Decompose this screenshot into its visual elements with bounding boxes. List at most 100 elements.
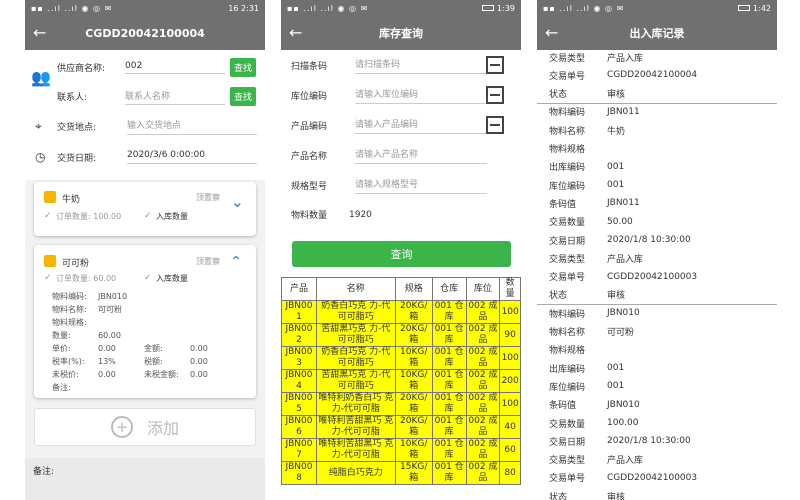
- query-button[interactable]: 查询: [292, 241, 511, 267]
- table-cell: 10KG/ 箱: [394, 346, 433, 370]
- date-input[interactable]: 2020/3/6 0:00:00: [127, 150, 257, 164]
- item-field-row: 备注:: [52, 381, 230, 394]
- field-input[interactable]: 请扫描条码: [355, 57, 487, 74]
- record-label: 条码值: [549, 401, 577, 412]
- signal-indicators: ▪▪ ..ıl ..ıl ◉ ◎ ✉: [31, 3, 113, 13]
- back-arrow-icon[interactable]: ←: [33, 16, 46, 50]
- record-value: JBN010: [607, 399, 640, 410]
- table-cell: 20KG/ 箱: [394, 300, 433, 324]
- table-cell: 001 仓 库: [431, 300, 467, 324]
- record-value: 2020/1/8 10:30:00: [607, 436, 691, 447]
- field-label: 数量:: [52, 331, 71, 340]
- field-input[interactable]: 请输入产品名称: [355, 147, 487, 164]
- record-label: 交易单号: [549, 71, 586, 82]
- table-cell: 001 仓 库: [431, 438, 467, 462]
- field-label: 税率(%):: [52, 357, 85, 366]
- record-field: 状态 审核: [549, 85, 625, 103]
- field-label: 库位编码: [291, 91, 328, 102]
- status-bar: ▪▪ ..ıl ..ıl ◉ ◎ ✉ 1:39: [281, 0, 521, 16]
- field-label: 物料名称:: [52, 305, 87, 314]
- table-row[interactable]: JBN00 3 奶香白巧克 力-代可可脂巧 10KG/ 箱 001 仓 库 002 成 …: [281, 346, 521, 370]
- chevron-down-icon[interactable]: ⌄: [231, 194, 244, 210]
- field-input[interactable]: 请输入规格型号: [355, 177, 487, 194]
- table-cell: 002 成 品: [465, 461, 501, 485]
- contact-input[interactable]: 联系人名称: [125, 89, 225, 105]
- table-cell: JBN00 5: [281, 392, 317, 416]
- table-header: 规格: [394, 277, 433, 301]
- record-value: CGDD20042100003: [607, 271, 698, 282]
- record-label: 库位编码: [549, 181, 586, 192]
- find-supplier-button[interactable]: 查找: [230, 58, 257, 77]
- place-label: 交货地点:: [57, 123, 97, 133]
- scan-icon[interactable]: [486, 86, 504, 104]
- table-row[interactable]: JBN00 5 唯特利奶香白巧 克力-代可可脂 20KG/ 箱 001 仓 库 002 …: [281, 392, 521, 416]
- product-icon: [44, 191, 56, 203]
- in-qty: 入库数量: [156, 274, 188, 283]
- record-field: 交易单号 CGDD20042100004: [549, 66, 697, 84]
- record-label: 状态: [549, 291, 568, 302]
- record-value: 产品入库: [607, 53, 644, 64]
- remark-label: 备注:: [33, 467, 55, 477]
- in-qty: 入库数量: [156, 212, 188, 221]
- table-cell: JBN00 1: [281, 300, 317, 324]
- remark-panel[interactable]: 备注:: [25, 458, 265, 500]
- stock-record-screen: ▪▪ ..ıl ..ıl ◉ ◎ ✉ 1:42 ← 出入库记录 交易类型 产品入库…: [537, 0, 777, 500]
- record-value: 100.00: [607, 418, 639, 428]
- field-input[interactable]: 请输入库位编码: [355, 87, 487, 104]
- record-field: 交易日期 2020/1/8 10:30:00: [549, 231, 691, 249]
- table-row[interactable]: JBN00 2 苦甜黑巧克 力-代可可脂巧 20KG/ 箱 001 仓 库 002 成 …: [281, 323, 521, 347]
- back-arrow-icon[interactable]: ←: [289, 16, 302, 50]
- record-field: 物料名称 牛奶: [549, 121, 625, 139]
- field-label: 金额:: [144, 344, 163, 353]
- scan-icon[interactable]: [486, 116, 504, 134]
- table-cell: JBN00 6: [281, 415, 317, 439]
- inventory-table: 产品 名称 规格 仓库 库位 数量 JBN00 1 奶香白巧克 力-代可可脂巧 20KG/ 箱…: [281, 277, 521, 485]
- record-value: 审核: [607, 492, 626, 500]
- item-field-row: 未税价: 0.00 未税金额: 0.00: [52, 368, 230, 381]
- table-row[interactable]: JBN00 8 纯脂白巧克力 15KG/ 箱 001 仓 库 002 成 品 80: [281, 461, 521, 485]
- page-title: CGDD20042100004: [85, 26, 205, 40]
- field-input[interactable]: 请输入产品编码: [355, 117, 487, 134]
- record-value: 产品入库: [607, 456, 644, 467]
- supplier-input[interactable]: 002: [125, 61, 225, 74]
- chevron-up-icon[interactable]: ⌃: [230, 255, 242, 269]
- query-field: 产品编码 请输入产品编码: [291, 116, 516, 134]
- item-name: 牛奶: [62, 195, 81, 205]
- order-item-card[interactable]: 牛奶 顶置察 ⌄ ✓ 订单数量: 100.00 ✓ 入库数量: [34, 182, 256, 236]
- supplier-icon: 👥: [31, 68, 51, 87]
- table-row[interactable]: JBN00 6 唯特利苦甜黑巧 克力-代可可脂 20KG/ 箱 001 仓 库 002 …: [281, 415, 521, 439]
- find-contact-button[interactable]: 查找: [230, 87, 257, 106]
- record-value: 2020/1/8 10:30:00: [607, 235, 691, 245]
- record-field: 出库编码 001: [549, 158, 624, 176]
- scan-icon[interactable]: [486, 56, 504, 74]
- clock: 1:39: [497, 3, 515, 13]
- status-bar: ▪▪ ..ıl ..ıl ◉ ◎ ✉ 16 2:31: [25, 0, 265, 16]
- date-label: 交货日期:: [57, 153, 97, 164]
- record-label: 物料编码: [549, 309, 586, 320]
- table-cell: 苦甜黑巧克 力-代可可脂巧: [315, 369, 396, 393]
- item-detail-link[interactable]: 顶置察: [196, 256, 220, 267]
- record-label: 交易类型: [549, 254, 586, 265]
- record-label: 交易数量: [549, 218, 586, 229]
- item-detail-link[interactable]: 顶置察: [196, 192, 220, 203]
- purchase-order-screen: ▪▪ ..ıl ..ıl ◉ ◎ ✉ 16 2:31 ← CGDD2004210…: [25, 0, 265, 500]
- table-cell: 100: [499, 300, 521, 324]
- back-arrow-icon[interactable]: ←: [545, 16, 558, 50]
- field-value: 0.00: [190, 357, 208, 366]
- place-input[interactable]: 输入交货地点: [127, 118, 257, 135]
- record-field: 出库编码 001: [549, 359, 624, 377]
- table-row[interactable]: JBN00 1 奶香白巧克 力-代可可脂巧 20KG/ 箱 001 仓 库 002 成 …: [281, 300, 521, 324]
- table-cell: 001 仓 库: [431, 346, 467, 370]
- record-label: 出库编码: [549, 364, 586, 375]
- record-field: 交易单号 CGDD20042100003: [549, 469, 697, 487]
- record-field: 状态 审核: [549, 286, 625, 304]
- battery-indicator: [482, 5, 495, 11]
- record-value: 50.00: [607, 216, 633, 227]
- record-label: 状态: [549, 90, 568, 101]
- check-icon: ✓: [144, 211, 152, 221]
- order-item-card[interactable]: 可可粉 顶置察 ⌃ ✓ 订单数量: 60.00 ✓ 入库数量 物料编码: JBN0…: [34, 245, 256, 398]
- record-label: 出库编码: [549, 163, 586, 174]
- table-row[interactable]: JBN00 7 唯特利苦甜黑巧 克力-代可可脂 10KG/ 箱 001 仓 库 002 …: [281, 438, 521, 462]
- add-item-button[interactable]: + 添加: [34, 408, 256, 446]
- table-row[interactable]: JBN00 4 苦甜黑巧克 力-代可可脂巧 10KG/ 箱 001 仓 库 002 成 …: [281, 369, 521, 393]
